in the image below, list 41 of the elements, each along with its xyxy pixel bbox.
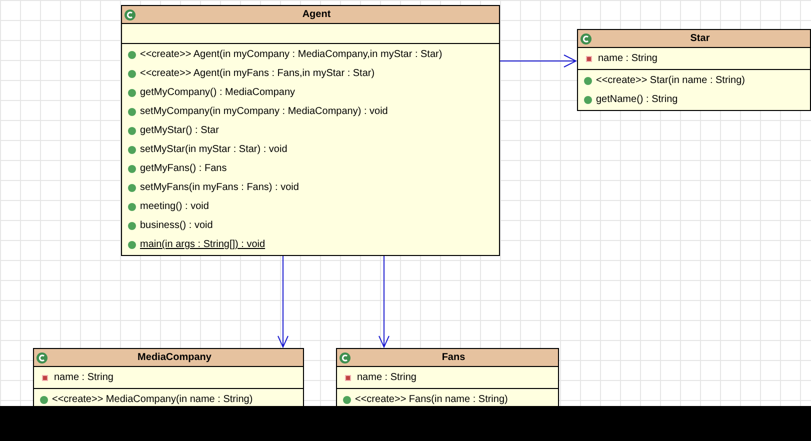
method-text: setMyFans(in myFans : Fans) : void <box>140 181 299 195</box>
attribute-text: name : String <box>54 371 114 385</box>
class-name: Star <box>689 32 711 46</box>
method-icon <box>128 184 136 192</box>
method-text: <<create>> Agent(in myCompany : MediaCompany,in myStar : Star) <box>140 48 442 62</box>
method-text: setMyCompany(in myCompany : MediaCompany) : void <box>140 105 388 119</box>
method-text: main(in args : String[]) : void <box>140 238 266 252</box>
class-icon <box>124 8 136 20</box>
method-icon <box>128 126 136 134</box>
method-icon <box>128 50 136 58</box>
attribute-text: name : String <box>598 52 658 66</box>
method-icon <box>128 108 136 116</box>
class-name: MediaCompany <box>136 351 212 365</box>
method-text: getMyCompany() : MediaCompany <box>140 86 296 100</box>
method-text: <<create>> MediaCompany(in name : String) <box>52 393 253 406</box>
method-icon <box>128 240 136 248</box>
method-icon <box>343 396 351 404</box>
method-text: setMyStar(in myStar : Star) : void <box>140 143 288 157</box>
method-text: business() : void <box>140 219 213 233</box>
method-icon <box>128 70 136 78</box>
class-icon <box>339 352 351 364</box>
method-icon <box>128 164 136 172</box>
method-text: getMyFans() : Fans <box>140 162 227 176</box>
method-text: getName() : String <box>596 93 678 107</box>
class-icon <box>36 352 48 364</box>
method-text: getMyStar() : Star <box>140 124 219 138</box>
method-text: meeting() : void <box>140 200 209 214</box>
method-icon <box>40 396 48 404</box>
attribute-text: name : String <box>357 371 416 385</box>
method-icon <box>128 146 136 154</box>
class-name: Fans <box>440 351 466 365</box>
method-text: <<create>> Star(in name : String) <box>596 74 745 88</box>
class-name: Agent <box>301 8 332 22</box>
method-icon <box>584 96 592 104</box>
method-text: <<create>> Agent(in myFans : Fans,in myStar : Star) <box>140 67 375 81</box>
method-icon <box>128 88 136 96</box>
method-icon <box>128 222 136 230</box>
class-icon <box>580 32 592 44</box>
method-icon <box>128 202 136 210</box>
method-icon <box>584 76 592 84</box>
method-text: <<create>> Fans(in name : String) <box>355 393 508 406</box>
